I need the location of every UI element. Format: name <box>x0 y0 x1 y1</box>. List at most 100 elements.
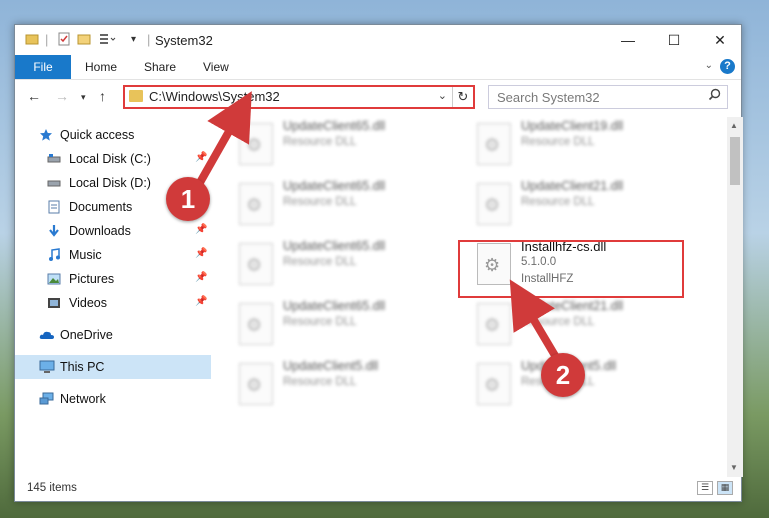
forward-arrow-icon[interactable]: → <box>55 88 69 104</box>
sidebar-item-label: OneDrive <box>60 328 113 342</box>
file-name: UpdateClient19.dll <box>521 119 624 133</box>
sidebar-item-network[interactable]: Network <box>15 387 211 411</box>
sidebar-item-music[interactable]: Music 📌 <box>15 243 211 267</box>
callout-step-1: 1 <box>166 177 210 221</box>
refresh-icon[interactable]: ↻ <box>452 87 473 107</box>
customize-toolbar-icon[interactable] <box>99 32 117 49</box>
tab-file[interactable]: File <box>15 55 71 79</box>
maximize-button[interactable]: ☐ <box>651 25 697 55</box>
computer-icon <box>39 360 55 374</box>
file-type: Resource DLL <box>283 136 357 148</box>
file-name: UpdateClient65.dll <box>283 179 386 193</box>
pictures-icon <box>47 272 61 286</box>
up-arrow-icon[interactable]: ↑ <box>99 88 106 104</box>
file-item[interactable]: ⚙ UpdateClient65.dll Resource DLL <box>239 239 439 289</box>
folder-icon[interactable] <box>25 32 39 49</box>
minimize-button[interactable]: — <box>605 25 651 55</box>
sidebar-item-this-pc[interactable]: This PC <box>15 355 211 379</box>
callout-step-2: 2 <box>541 353 585 397</box>
separator: | <box>45 32 49 47</box>
file-type: Resource DLL <box>521 196 595 208</box>
file-type: Resource DLL <box>283 256 357 268</box>
network-icon <box>39 392 54 406</box>
sidebar-item-label: Local Disk (C:) <box>69 152 151 166</box>
file-name: UpdateClient65.dll <box>283 239 386 253</box>
scroll-down-icon[interactable]: ▼ <box>730 463 738 472</box>
new-folder-icon[interactable] <box>77 32 91 49</box>
videos-icon <box>47 296 61 310</box>
sidebar-item-label: This PC <box>60 360 105 374</box>
file-item[interactable]: ⚙ UpdateClient21.dll Resource DLL <box>477 179 677 229</box>
dll-file-icon: ⚙ <box>239 363 273 405</box>
file-item[interactable]: ⚙ UpdateClient65.dll Resource DLL <box>239 179 439 229</box>
file-item[interactable]: ⚙ UpdateClient21.dll Resource DLL <box>477 299 677 349</box>
vertical-scrollbar[interactable]: ▲ ▼ <box>727 117 743 477</box>
help-icon[interactable]: ? <box>720 59 735 74</box>
music-icon <box>47 248 61 262</box>
cloud-icon <box>39 328 54 342</box>
tab-home[interactable]: Home <box>85 55 117 79</box>
sidebar-item-label: Pictures <box>69 272 115 286</box>
navigation-pane: Quick access Local Disk (C:) 📌 Local Dis… <box>15 117 211 477</box>
folder-icon <box>129 90 143 102</box>
pin-icon[interactable]: 📌 <box>195 272 207 283</box>
scroll-thumb[interactable] <box>730 137 740 185</box>
dll-file-icon: ⚙ <box>239 243 273 285</box>
pin-icon[interactable]: 📌 <box>195 152 207 163</box>
sidebar-item-label: Local Disk (D:) <box>69 176 151 190</box>
file-item[interactable]: ⚙ UpdateClient5.dll Resource DLL <box>239 359 439 409</box>
tab-share[interactable]: Share <box>144 55 176 79</box>
dll-file-icon: ⚙ <box>239 303 273 345</box>
recent-locations-dropdown-icon[interactable]: ▾ <box>81 92 86 103</box>
sidebar-item-label: Quick access <box>60 128 135 142</box>
sidebar-item-downloads[interactable]: Downloads 📌 <box>15 219 211 243</box>
file-type: Resource DLL <box>283 376 357 388</box>
search-icon[interactable] <box>708 88 721 104</box>
item-count: 145 items <box>27 482 77 494</box>
sidebar-item-label: Downloads <box>69 224 131 238</box>
sidebar-item-quick-access[interactable]: Quick access <box>15 123 211 147</box>
drive-icon <box>47 176 61 190</box>
navigation-bar: ← → ▾ ↑ C:\Windows\System32 ⌄ ↻ <box>15 80 741 114</box>
sidebar-item-label: Videos <box>69 296 107 310</box>
chevron-down-icon[interactable]: ⌄ <box>438 89 447 102</box>
pin-icon[interactable]: 📌 <box>195 296 207 307</box>
star-icon <box>39 128 53 142</box>
drive-icon <box>47 152 61 166</box>
file-item[interactable]: ⚙ UpdateClient65.dll Resource DLL <box>239 119 439 169</box>
sidebar-item-pictures[interactable]: Pictures 📌 <box>15 267 211 291</box>
dll-file-icon: ⚙ <box>477 123 511 165</box>
sidebar-item-videos[interactable]: Videos 📌 <box>15 291 211 315</box>
file-name: UpdateClient65.dll <box>283 119 386 133</box>
search-box[interactable] <box>488 85 728 109</box>
title-bar: | ▾ | System32 — ☐ ✕ <box>15 25 741 55</box>
file-item[interactable]: ⚙ UpdateClient19.dll Resource DLL <box>477 119 677 169</box>
dll-file-icon: ⚙ <box>477 363 511 405</box>
file-name: UpdateClient21.dll <box>521 299 624 313</box>
file-name: UpdateClient21.dll <box>521 179 624 193</box>
large-icons-view-icon[interactable]: ▦ <box>717 481 733 495</box>
tab-view[interactable]: View <box>203 55 229 79</box>
file-item[interactable]: ⚙ UpdateClient65.dll Resource DLL <box>239 299 439 349</box>
dll-file-icon: ⚙ <box>239 123 273 165</box>
dll-file-icon: ⚙ <box>477 183 511 225</box>
status-bar: 145 items ☰ ▦ <box>15 477 741 501</box>
sidebar-item-label: Documents <box>69 200 133 214</box>
address-path[interactable]: C:\Windows\System32 <box>149 89 280 104</box>
sidebar-item-local-disk-c[interactable]: Local Disk (C:) 📌 <box>15 147 211 171</box>
details-view-icon[interactable]: ☰ <box>697 481 713 495</box>
properties-icon[interactable] <box>57 32 71 49</box>
close-button[interactable]: ✕ <box>697 25 743 55</box>
pin-icon[interactable]: 📌 <box>195 224 207 235</box>
file-highlight-box <box>458 240 684 298</box>
address-bar[interactable]: C:\Windows\System32 ⌄ ↻ <box>123 85 475 109</box>
pin-icon[interactable]: 📌 <box>195 248 207 259</box>
file-type: Resource DLL <box>521 316 595 328</box>
scroll-up-icon[interactable]: ▲ <box>730 121 738 130</box>
ribbon-expand-icon[interactable]: ⌄ <box>705 60 713 71</box>
sidebar-item-onedrive[interactable]: OneDrive <box>15 323 211 347</box>
quick-access-dropdown-icon[interactable]: ▾ <box>131 34 136 45</box>
file-name: UpdateClient5.dll <box>283 359 379 373</box>
back-arrow-icon[interactable]: ← <box>27 88 41 104</box>
search-input[interactable] <box>495 89 699 106</box>
